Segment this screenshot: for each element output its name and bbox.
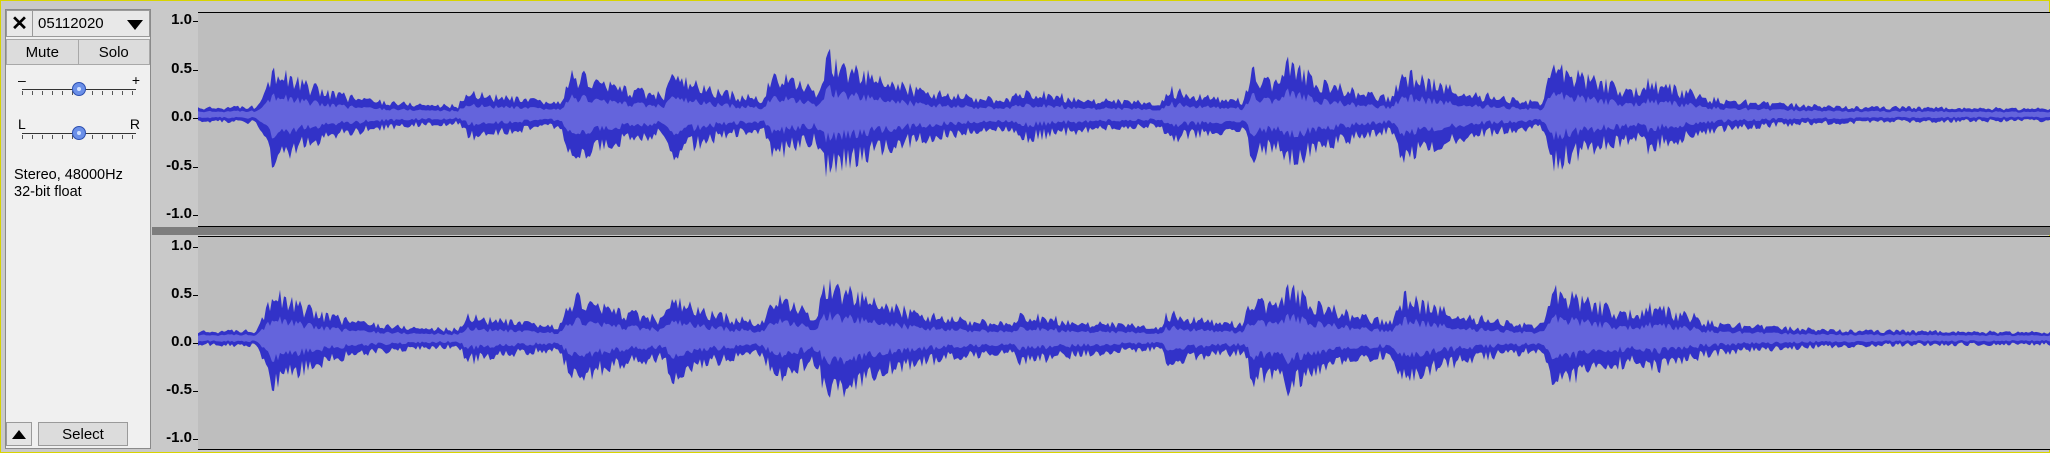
gain-slider[interactable]: – + (16, 72, 142, 100)
channel-separator[interactable] (152, 227, 2050, 235)
track-rate-info: Stereo, 48000Hz (14, 167, 123, 183)
select-button[interactable]: Select (38, 422, 128, 446)
pan-slider-thumb[interactable] (72, 126, 86, 140)
ruler-tick-label: -0.5 (166, 381, 192, 398)
waveform-right-channel[interactable] (198, 236, 2050, 450)
amplitude-ruler-left-channel: 1.0 0.5 0.0 -0.5 -1.0 (152, 9, 198, 227)
amplitude-ruler-right-channel: 1.0 0.5 0.0 -0.5 -1.0 (152, 235, 198, 451)
ruler-tick-label: 0.5 (171, 285, 192, 302)
pan-left-label: L (18, 116, 26, 132)
waveform-svg[interactable] (198, 237, 2050, 449)
ruler-tick-label: -0.5 (166, 156, 192, 174)
track-name: 05112020 (38, 15, 104, 32)
gain-max-label: + (131, 72, 140, 88)
track-control-panel: ✕ 05112020 Mute Solo – + L R Stereo, 480… (5, 9, 151, 449)
track-bottom-bar: Select (6, 422, 150, 446)
track-format-info: Stereo, 48000Hz 32-bit float (14, 167, 123, 201)
ruler-tick-label: -1.0 (166, 205, 192, 222)
waveform-svg[interactable] (198, 13, 2050, 226)
track-format-info-line2: 32-bit float (14, 184, 82, 200)
chevron-down-icon[interactable] (127, 20, 143, 30)
track-name-menu[interactable]: 05112020 (33, 10, 150, 37)
solo-button[interactable]: Solo (78, 39, 150, 65)
gain-min-label: – (18, 72, 26, 88)
gain-slider-thumb[interactable] (72, 82, 86, 96)
waveform-left-channel[interactable] (198, 12, 2050, 227)
pan-slider[interactable]: L R (16, 116, 142, 144)
ruler-tick-label: 1.0 (171, 11, 192, 28)
ruler-tick-label: 0.5 (171, 59, 192, 77)
track-title-bar: ✕ 05112020 (6, 10, 150, 37)
ruler-tick-label: 0.0 (171, 333, 192, 350)
ruler-tick-label: 0.0 (171, 108, 192, 125)
ruler-tick-label: 1.0 (171, 237, 192, 254)
ruler-tick-label: -1.0 (166, 429, 192, 446)
mute-button[interactable]: Mute (6, 39, 79, 65)
close-icon[interactable]: ✕ (6, 10, 33, 37)
mute-solo-group: Mute Solo (6, 39, 150, 65)
collapse-up-icon[interactable] (6, 422, 32, 446)
audacity-track-window: ✕ 05112020 Mute Solo – + L R Stereo, 480… (0, 0, 2050, 453)
pan-right-label: R (129, 116, 140, 132)
